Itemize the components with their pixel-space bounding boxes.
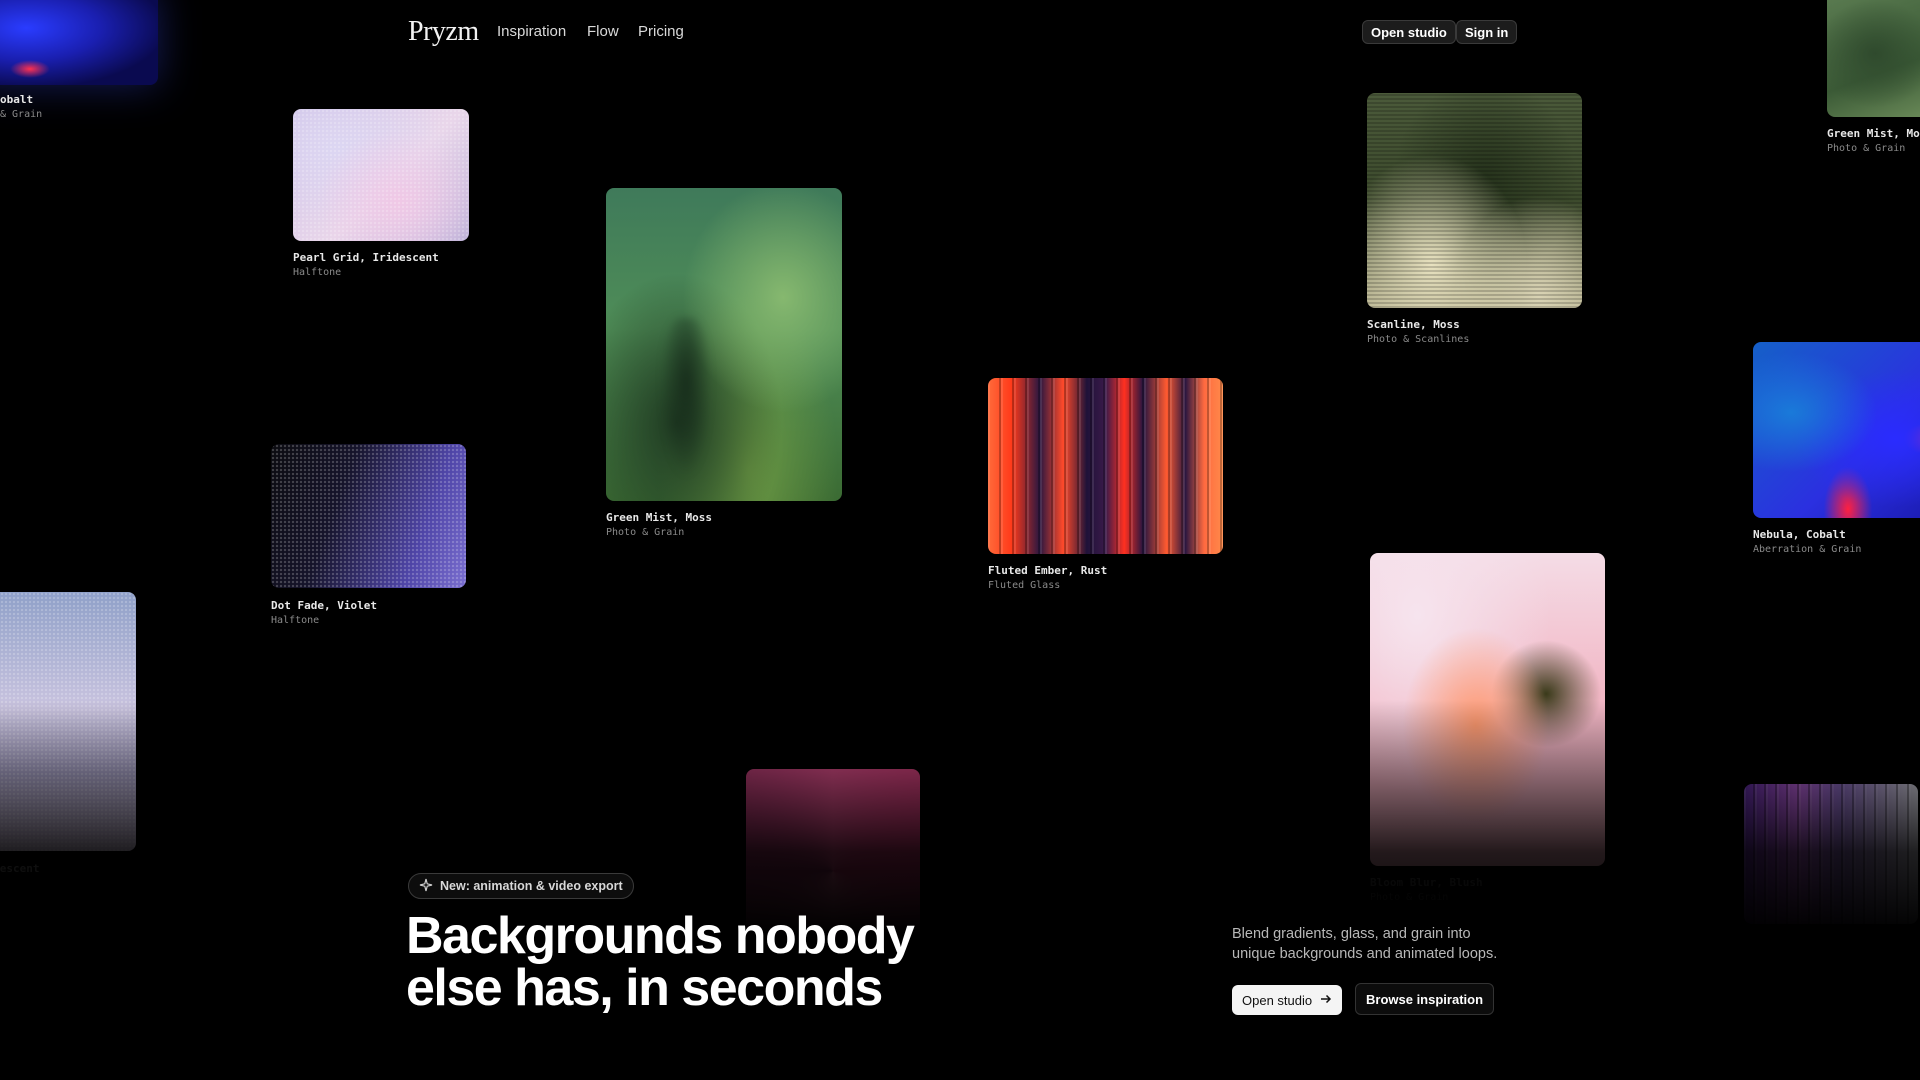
preset-card[interactable]: Green Mist, Mos Photo & Grain [1827,0,1920,160]
preset-subtitle: Halftone [271,615,320,626]
preset-thumbnail [606,188,842,501]
hero-headline-line2: else has, in seconds [406,959,883,1017]
hero-headline-line1: Backgrounds nobody [406,907,915,965]
sparkle-icon [419,878,433,895]
preset-subtitle: Photo & Grain [1370,892,1449,903]
preset-thumbnail [271,444,466,588]
hero-lead: Blend gradients, glass, and grain into u… [1232,924,1562,964]
nav-link-inspiration[interactable]: Inspiration [497,20,566,44]
preset-subtitle: Halftone [293,267,342,278]
hero-lead-line2: unique backgrounds and animated loops. [1232,946,1498,962]
preset-card[interactable]: Green Mist, Moss Photo & Grain [606,188,842,548]
preset-card[interactable]: Pearl Grid, Iridescent Halftone [293,109,469,285]
open-studio-button[interactable]: Open studio [1232,985,1343,1015]
arrow-right-icon [1320,993,1332,1008]
preset-card[interactable]: Bloom Blur, Blush Photo & Grain [1370,553,1606,913]
preset-subtitle: & Grain [0,109,43,120]
hero-lead-line1: Blend gradients, glass, and grain into [1232,926,1471,942]
preset-card[interactable]: , Iridescent [0,592,140,882]
preset-card[interactable]: Nebula, Cobalt Aberration & Grain [1753,342,1920,562]
preset-thumbnail [293,109,469,241]
preset-card[interactable]: Dot Fade, Violet Halftone [271,444,467,634]
open-studio-label: Open studio [1242,992,1313,1008]
preset-thumbnail [1753,342,1920,518]
preset-thumbnail [1367,93,1582,308]
preset-card[interactable]: Scanline, Moss Photo & Scanlines [1367,93,1583,353]
nav-sign-in-button[interactable]: Sign in [1456,20,1518,44]
preset-title: Pearl Grid, Iridescent [293,251,439,264]
bottom-fade-overlay [0,700,1920,1080]
preset-thumbnail [1370,553,1605,866]
brand-logo[interactable]: Pryzm [408,12,479,52]
preset-subtitle: Photo & Grain [1827,143,1906,154]
preset-thumbnail [1827,0,1920,117]
preset-card[interactable] [1744,784,1920,924]
preset-title: Fluted Ember, Rust [988,564,1108,577]
preset-title: Green Mist, Mos [1827,127,1920,140]
preset-title: Dot Fade, Violet [271,599,377,612]
preset-title: obalt [0,93,34,106]
nav-link-flow[interactable]: Flow [587,20,619,44]
preset-card[interactable]: obalt & Grain [0,0,160,130]
nav-open-studio-button[interactable]: Open studio [1362,20,1456,44]
nav-link-pricing[interactable]: Pricing [638,20,684,44]
badge-label: New: animation & video export [440,879,623,893]
preset-title: , Iridescent [0,862,40,875]
preset-subtitle: Aberration & Grain [1753,544,1862,555]
preset-title: Bloom Blur, Blush [1370,876,1483,889]
new-feature-badge[interactable]: New: animation & video export [408,873,634,899]
hero-headline: Backgrounds nobody else has, in seconds [406,907,915,1017]
preset-subtitle: Photo & Grain [606,527,685,538]
preset-title: Scanline, Moss [1367,318,1460,331]
preset-thumbnail [1744,784,1918,924]
preset-thumbnail [0,592,136,851]
browse-inspiration-button[interactable]: Browse inspiration [1355,983,1495,1015]
preset-title: Green Mist, Moss [606,511,712,524]
preset-card[interactable]: Fluted Ember, Rust Fluted Glass [988,378,1224,598]
preset-title: Nebula, Cobalt [1753,528,1846,541]
preset-thumbnail [988,378,1223,554]
preset-subtitle: Photo & Scanlines [1367,334,1470,345]
preset-subtitle: Fluted Glass [988,580,1061,591]
preset-thumbnail [0,0,158,85]
